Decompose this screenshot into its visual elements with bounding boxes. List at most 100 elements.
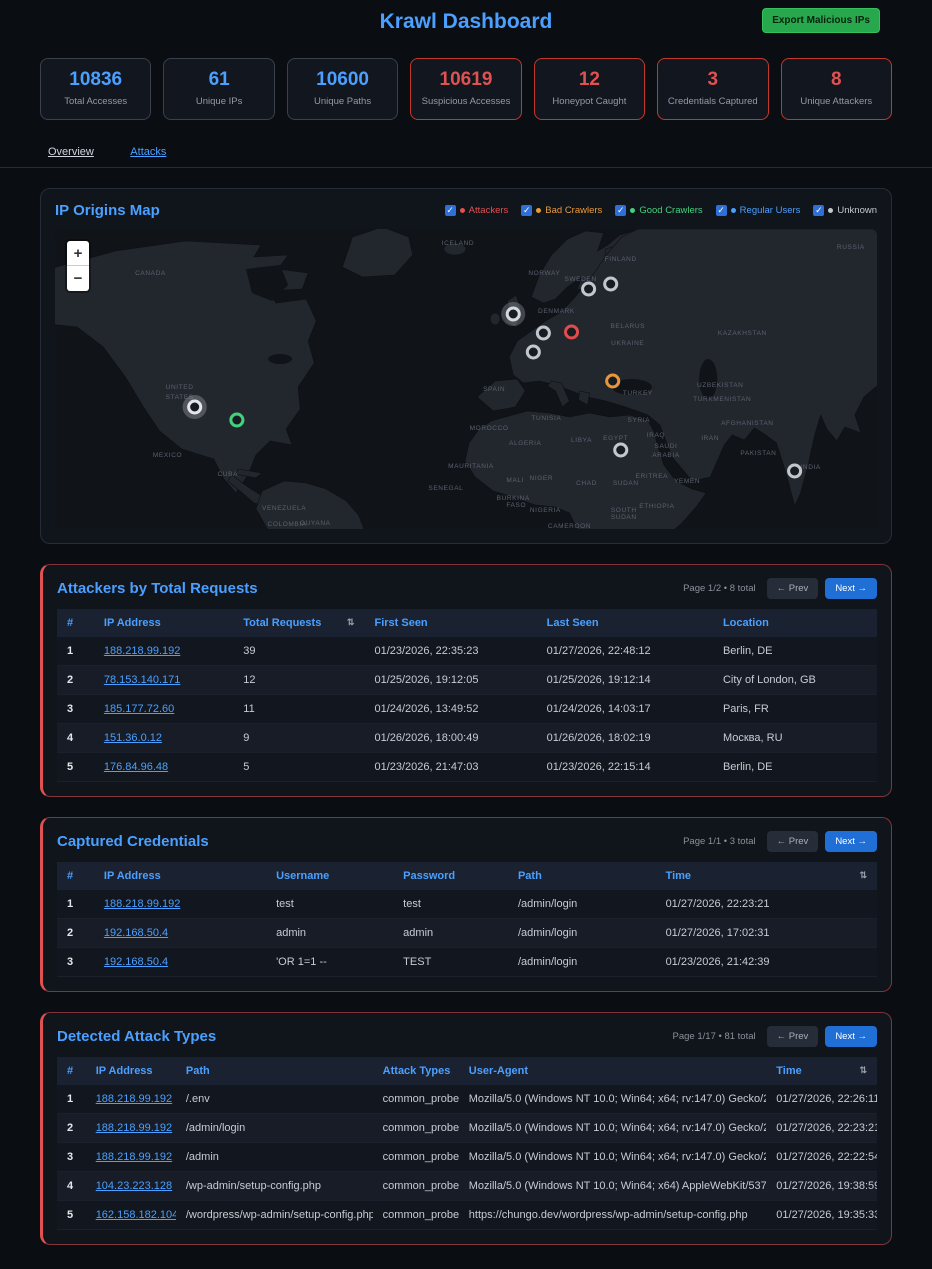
ip-address-link[interactable]: 188.218.99.192 (96, 1093, 172, 1105)
legend-checkbox[interactable]: ✓ (445, 205, 456, 216)
col-header-label: Path (186, 1065, 210, 1077)
col-header-total-requests[interactable]: Total Requests⇅ (233, 609, 364, 637)
col-header-label: # (67, 1065, 73, 1077)
ip-address-link[interactable]: 188.218.99.192 (104, 645, 180, 657)
map-marker-unknown[interactable] (537, 327, 549, 339)
map-marker-unknown[interactable] (583, 283, 595, 295)
col-header-username[interactable]: Username (266, 862, 393, 890)
map-marker-attacker[interactable] (565, 326, 577, 338)
col-header-label: # (67, 870, 73, 882)
ip-address-link[interactable]: 162.158.182.104 (96, 1209, 176, 1221)
map-zoom-in-button[interactable]: + (67, 241, 89, 266)
legend-dot (630, 208, 635, 213)
table-header-row: # IP AddressUsernamePasswordPathTime⇅ (57, 862, 877, 890)
col-header-num[interactable]: # (57, 862, 94, 890)
map-zoom-out-button[interactable]: − (67, 266, 89, 291)
cell-num: 4 (57, 724, 94, 753)
table-row: 3185.177.72.601101/24/2026, 13:49:5201/2… (57, 695, 877, 724)
cell-num: 5 (57, 753, 94, 782)
ip-address-link[interactable]: 78.153.140.171 (104, 674, 180, 686)
ip-address-link[interactable]: 188.218.99.192 (96, 1122, 172, 1134)
col-header-ip-address[interactable]: IP Address (94, 609, 233, 637)
map-marker-unknown[interactable] (189, 401, 201, 413)
col-header-time[interactable]: Time ⇅ (766, 1057, 877, 1085)
ip-address-link[interactable]: 192.168.50.4 (104, 927, 168, 939)
col-header-ip-address[interactable]: IP Address (86, 1057, 176, 1085)
legend-item-unknown[interactable]: ✓Unknown (813, 205, 877, 216)
map-marker-bad-crawler[interactable] (607, 375, 619, 387)
world-map-svg[interactable]: ICELANDCANADARUSSIANORWAYSWEDENFINLANDDE… (55, 229, 877, 529)
map-marker-unknown[interactable] (507, 308, 519, 320)
ip-address-link[interactable]: 188.218.99.192 (104, 898, 180, 910)
country-label: BURKINA (497, 495, 530, 502)
legend-checkbox[interactable]: ✓ (521, 205, 532, 216)
next-page-button[interactable]: Next → (825, 578, 877, 599)
cell-path: /admin/login (508, 890, 656, 919)
ip-address-link[interactable]: 188.218.99.192 (96, 1151, 172, 1163)
cell-total-requests: 11 (233, 695, 364, 724)
world-map[interactable]: ICELANDCANADARUSSIANORWAYSWEDENFINLANDDE… (55, 229, 877, 529)
col-header-first-seen[interactable]: First Seen (364, 609, 536, 637)
col-header-password[interactable]: Password (393, 862, 508, 890)
ip-address-link[interactable]: 151.36.0.12 (104, 732, 162, 744)
legend-dot (536, 208, 541, 213)
stat-label: Credentials Captured (664, 96, 761, 107)
map-marker-good-crawler[interactable] (231, 414, 243, 426)
ip-address-link[interactable]: 192.168.50.4 (104, 956, 168, 968)
cell-num: 2 (57, 666, 94, 695)
table-row: 4151.36.0.12901/26/2026, 18:00:4901/26/2… (57, 724, 877, 753)
col-header-ip-address[interactable]: IP Address (94, 862, 266, 890)
ip-address-link[interactable]: 176.84.96.48 (104, 761, 168, 773)
col-header-last-seen[interactable]: Last Seen (537, 609, 713, 637)
sort-icon[interactable]: ⇅ (859, 870, 867, 881)
tab-attacks[interactable]: Attacks (130, 146, 166, 158)
credentials-table: #IP AddressUsernamePasswordPathTime⇅1188… (57, 862, 877, 977)
legend-item-bad-crawlers[interactable]: ✓Bad Crawlers (521, 205, 602, 216)
ip-address-link[interactable]: 104.23.223.128 (96, 1180, 172, 1192)
country-label: IRAN (701, 435, 719, 442)
map-marker-unknown[interactable] (789, 465, 801, 477)
sort-icon[interactable]: ⇅ (859, 1065, 867, 1076)
prev-page-button[interactable]: ← Prev (767, 831, 819, 852)
legend-item-attackers[interactable]: ✓Attackers (445, 205, 509, 216)
col-header-location[interactable]: Location (713, 609, 877, 637)
table-header-row: #IP AddressPathAttack TypesUser-AgentTim… (57, 1057, 877, 1085)
prev-page-button[interactable]: ← Prev (767, 578, 819, 599)
legend-item-good-crawlers[interactable]: ✓Good Crawlers (615, 205, 702, 216)
cell-ip: 151.36.0.12 (94, 724, 233, 753)
col-header-attack-types[interactable]: Attack Types (373, 1057, 459, 1085)
map-marker-unknown[interactable] (527, 346, 539, 358)
tab-overview[interactable]: Overview (48, 146, 94, 158)
col-header-num[interactable]: # (57, 609, 94, 637)
col-header-path[interactable]: Path (508, 862, 656, 890)
map-marker-unknown[interactable] (605, 278, 617, 290)
legend-item-regular-users[interactable]: ✓Regular Users (716, 205, 801, 216)
next-page-button[interactable]: Next → (825, 831, 877, 852)
col-header-num[interactable]: # (57, 1057, 86, 1085)
ip-address-link[interactable]: 185.177.72.60 (104, 703, 174, 715)
col-header-path[interactable]: Path (176, 1057, 373, 1085)
country-label: NIGER (530, 475, 554, 482)
country-label: ETHIOPIA (639, 503, 674, 510)
next-page-button[interactable]: Next → (825, 1026, 877, 1047)
legend-checkbox[interactable]: ✓ (716, 205, 727, 216)
krawl-dashboard-page: Krawl Dashboard Export Malicious IPs 108… (0, 0, 932, 1269)
col-header-time[interactable]: Time⇅ (656, 862, 877, 890)
cell-password: admin (393, 919, 508, 948)
legend-checkbox[interactable]: ✓ (615, 205, 626, 216)
col-header-label: Time (776, 1065, 801, 1077)
stat-value: 61 (170, 69, 267, 91)
legend-checkbox[interactable]: ✓ (813, 205, 824, 216)
table-row: 1188.218.99.192/.envcommon_probesMozilla… (57, 1085, 877, 1114)
legend-dot (460, 208, 465, 213)
sort-icon[interactable]: ⇅ (347, 617, 355, 628)
prev-page-button[interactable]: ← Prev (767, 1026, 819, 1047)
export-malicious-ips-button[interactable]: Export Malicious IPs (762, 8, 880, 33)
country-label: UNITED (166, 384, 194, 391)
cell-attack-types: common_probes (373, 1085, 459, 1114)
cell-time: 01/27/2026, 22:23:21 (766, 1114, 877, 1143)
map-marker-unknown[interactable] (615, 444, 627, 456)
col-header-user-agent[interactable]: User-Agent (459, 1057, 767, 1085)
country-label: SAUDI (655, 443, 678, 450)
cell-location: City of London, GB (713, 666, 877, 695)
